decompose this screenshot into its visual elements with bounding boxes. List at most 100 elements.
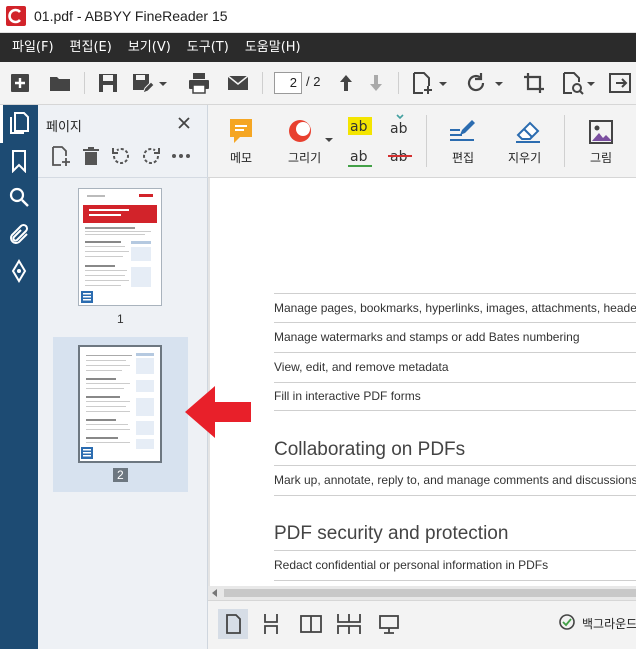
left-navigation <box>0 105 38 649</box>
view-mode-bar: 백그라운드 <box>208 600 636 649</box>
add-page-dropdown-chevron-icon[interactable] <box>436 71 450 95</box>
print-icon[interactable] <box>187 71 211 95</box>
highlight-text-icon[interactable]: ab <box>348 115 372 137</box>
background-status-label: 백그라운드 <box>582 617 636 631</box>
search-icon[interactable] <box>7 185 31 209</box>
feature-row: Mark up, annotate, reply to, and manage … <box>274 473 636 487</box>
bookmarks-icon[interactable] <box>7 149 31 173</box>
annotation-ribbon: 메모 그리기 ab ab ab ab <box>208 105 636 178</box>
presentation-view-icon[interactable] <box>374 609 404 639</box>
attachments-icon[interactable] <box>7 223 31 247</box>
menu-tools[interactable]: 도구(T) <box>179 33 237 62</box>
menu-bar: 파일(F) 편집(E) 보기(V) 도구(T) 도움말(H) <box>0 33 636 62</box>
section-heading: PDF security and protection <box>274 523 509 544</box>
feature-row: Manage pages, bookmarks, hyperlinks, ima… <box>274 301 636 315</box>
add-page-icon[interactable] <box>50 145 72 167</box>
delete-icon[interactable] <box>80 145 102 167</box>
nav-active-indicator <box>0 105 3 143</box>
feature-row: Fill in interactive PDF forms <box>274 389 421 403</box>
two-page-scroll-view-icon[interactable] <box>334 609 364 639</box>
page-thumbnail-2[interactable] <box>78 345 162 463</box>
draw-label[interactable]: 그리기 <box>288 149 321 166</box>
scroll-view-icon[interactable] <box>256 609 286 639</box>
open-folder-icon[interactable] <box>48 71 72 95</box>
rotate-icon[interactable] <box>464 71 488 95</box>
export-icon[interactable] <box>608 71 632 95</box>
ribbon-separator <box>564 115 565 167</box>
edit-label[interactable]: 편집 <box>452 149 474 166</box>
scrollbar-thumb[interactable] <box>224 589 636 597</box>
page-number-2: 2 <box>113 468 128 482</box>
page-number-1: 1 <box>117 312 124 326</box>
more-icon[interactable] <box>170 145 192 167</box>
toolbar-separator <box>398 72 399 94</box>
menu-edit[interactable]: 편집(E) <box>62 33 120 62</box>
current-page-input[interactable]: 2 <box>274 72 302 94</box>
title-bar: 01.pdf - ABBYY FineReader 15 <box>0 0 636 33</box>
erase-label[interactable]: 지우기 <box>508 149 541 166</box>
underline-text-icon[interactable]: ab <box>348 145 372 169</box>
pages-icon[interactable] <box>7 111 31 135</box>
feature-row: Manage watermarks and stamps or add Bate… <box>274 330 580 344</box>
rotate-right-icon[interactable] <box>140 145 162 167</box>
new-pdf-icon[interactable] <box>8 71 32 95</box>
email-icon[interactable] <box>226 71 250 95</box>
panel-divider <box>38 177 208 178</box>
window-title: 01.pdf - ABBYY FineReader 15 <box>34 8 228 24</box>
crop-icon[interactable] <box>522 71 546 95</box>
abbyy-logo-icon <box>6 6 26 26</box>
toolbar-separator <box>84 72 85 94</box>
image-label[interactable]: 그림 <box>590 149 612 166</box>
background-check-icon <box>559 614 575 630</box>
close-icon[interactable] <box>176 115 192 131</box>
table-divider <box>274 465 636 466</box>
page-up-icon[interactable] <box>334 71 358 95</box>
edit-icon[interactable] <box>448 117 476 145</box>
ribbon-separator <box>426 115 427 167</box>
save-icon[interactable] <box>96 71 120 95</box>
svg-text:ab: ab <box>350 149 368 165</box>
pages-panel: 페이지 1 2 <box>38 105 208 649</box>
note-icon[interactable] <box>228 117 254 145</box>
menu-help[interactable]: 도움말(H) <box>237 33 309 62</box>
note-label[interactable]: 메모 <box>230 149 252 166</box>
two-page-view-icon[interactable] <box>296 609 326 639</box>
signatures-icon[interactable] <box>7 259 31 283</box>
page-down-icon[interactable] <box>364 71 388 95</box>
search-page-icon[interactable] <box>560 71 584 95</box>
page-total-label: / 2 <box>306 74 321 89</box>
eraser-icon[interactable] <box>514 117 542 145</box>
feature-row: View, edit, and remove metadata <box>274 360 449 374</box>
scroll-left-icon[interactable] <box>210 588 220 598</box>
rotate-dropdown-chevron-icon[interactable] <box>492 71 506 95</box>
document-page: Manage pages, bookmarks, hyperlinks, ima… <box>210 178 636 586</box>
document-view[interactable]: Manage pages, bookmarks, hyperlinks, ima… <box>208 178 636 586</box>
horizontal-scrollbar[interactable] <box>208 586 636 600</box>
draw-dropdown-chevron-icon[interactable] <box>324 135 334 145</box>
table-divider <box>274 550 636 551</box>
table-divider <box>274 382 636 383</box>
save-as-icon[interactable] <box>130 71 154 95</box>
main-toolbar: 2 / 2 <box>0 62 636 105</box>
red-arrow-annotation <box>185 386 251 438</box>
table-divider <box>274 322 636 323</box>
strikethrough-text-icon[interactable]: ab <box>388 145 412 169</box>
menu-file[interactable]: 파일(F) <box>4 33 62 62</box>
page-thumbnail-1[interactable] <box>78 188 162 306</box>
panel-title: 페이지 <box>46 120 82 135</box>
save-dropdown-chevron-icon[interactable] <box>156 71 170 95</box>
svg-text:ab: ab <box>350 119 368 135</box>
single-page-view-icon[interactable] <box>218 609 248 639</box>
table-divider <box>274 410 636 411</box>
search-page-dropdown-chevron-icon[interactable] <box>584 71 598 95</box>
finereader-window: 01.pdf - ABBYY FineReader 15 파일(F) 편집(E)… <box>0 0 636 649</box>
draw-icon[interactable] <box>288 117 316 145</box>
insert-text-icon[interactable]: ab <box>388 113 412 137</box>
table-divider <box>274 293 636 294</box>
menu-view[interactable]: 보기(V) <box>120 33 179 62</box>
feature-row: Redact confidential or personal informat… <box>274 558 549 572</box>
image-icon[interactable] <box>588 119 614 145</box>
svg-text:ab: ab <box>390 121 408 137</box>
add-page-icon[interactable] <box>410 71 434 95</box>
rotate-left-icon[interactable] <box>110 145 132 167</box>
